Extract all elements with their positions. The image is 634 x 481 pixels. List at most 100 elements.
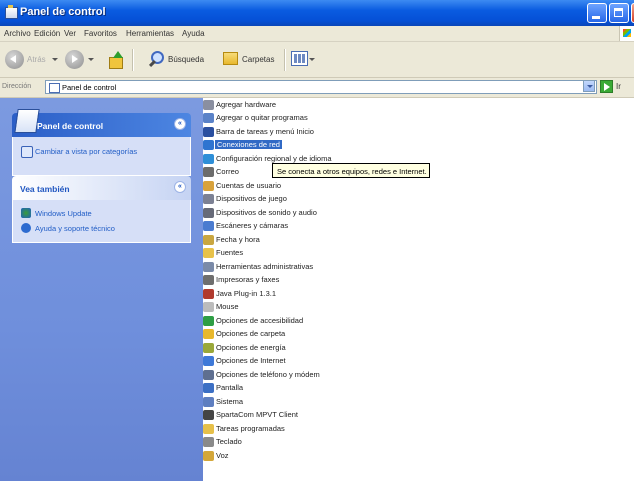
item-icon xyxy=(203,221,214,231)
see-also-panel-header[interactable]: Vea también « xyxy=(12,176,191,200)
menu-ayuda[interactable]: Ayuda xyxy=(182,29,205,38)
item-opciones-de-carpeta[interactable]: Opciones de carpeta xyxy=(203,328,503,341)
item-dispositivos-de-juego[interactable]: Dispositivos de juego xyxy=(203,193,503,206)
collapse-icon[interactable]: « xyxy=(174,181,186,193)
item-teclado[interactable]: Teclado xyxy=(203,436,503,449)
item-pantalla[interactable]: Pantalla xyxy=(203,382,503,395)
item-voz[interactable]: Voz xyxy=(203,450,503,463)
help-support-link[interactable]: Ayuda y soporte técnico xyxy=(35,224,115,233)
control-panel-panel-body: Cambiar a vista por categorías xyxy=(12,137,191,176)
forward-arrow-icon[interactable] xyxy=(65,50,84,69)
item-icon xyxy=(203,370,214,380)
collapse-icon[interactable]: « xyxy=(174,118,186,130)
item-icon xyxy=(203,451,214,461)
item-icon xyxy=(203,167,214,177)
menu-archivo[interactable]: Archivo xyxy=(4,29,31,38)
item-conexiones-de-red[interactable]: Conexiones de red xyxy=(203,139,503,152)
back-arrow-icon[interactable] xyxy=(5,50,24,69)
maximize-button[interactable] xyxy=(609,3,629,23)
item-escaneres-y-camaras[interactable]: Escáneres y cámaras xyxy=(203,220,503,233)
item-opciones-de-telefono[interactable]: Opciones de teléfono y módem xyxy=(203,369,503,382)
item-icon xyxy=(203,262,214,272)
item-agregar-hardware[interactable]: Agregar hardware xyxy=(203,99,503,112)
item-icon xyxy=(203,397,214,407)
item-mouse[interactable]: Mouse xyxy=(203,301,503,314)
control-panel-panel-header[interactable]: Panel de control « xyxy=(12,109,191,137)
item-barra-de-tareas[interactable]: Barra de tareas y menú Inicio xyxy=(203,126,503,139)
item-icon xyxy=(203,154,214,164)
item-impresoras-y-faxes[interactable]: Impresoras y faxes xyxy=(203,274,503,287)
control-panel-icon xyxy=(49,83,60,93)
window-title: Panel de control xyxy=(20,6,106,18)
item-icon xyxy=(203,100,214,110)
item-icon xyxy=(203,194,214,204)
item-icon xyxy=(203,356,214,366)
item-icon xyxy=(203,113,214,123)
title-bar[interactable]: Panel de control xyxy=(0,0,634,26)
item-icon xyxy=(203,208,214,218)
item-icon xyxy=(203,343,214,353)
see-also-panel: Vea también « Windows Update Ayuda y sop… xyxy=(12,176,191,243)
switch-view-icon xyxy=(21,146,33,158)
control-panel-window: Panel de control Archivo Edición Ver Fav… xyxy=(0,0,634,481)
search-button-label[interactable]: Búsqueda xyxy=(168,55,204,64)
see-also-panel-body: Windows Update Ayuda y soporte técnico xyxy=(12,200,191,243)
views-dropdown-icon[interactable] xyxy=(309,58,315,61)
item-opciones-de-accesibilidad[interactable]: Opciones de accesibilidad xyxy=(203,315,503,328)
item-herramientas-administrativas[interactable]: Herramientas administrativas xyxy=(203,261,503,274)
control-panel-items: Agregar hardware Agregar o quitar progra… xyxy=(203,98,634,481)
item-spartacom-client[interactable]: SpartaCom MPVT Client xyxy=(203,409,503,422)
toolbar-separator xyxy=(132,49,134,71)
menu-favoritos[interactable]: Favoritos xyxy=(84,29,117,38)
menu-edicion[interactable]: Edición xyxy=(34,29,60,38)
switch-category-view-link[interactable]: Cambiar a vista por categorías xyxy=(35,147,137,156)
control-panel-icon xyxy=(5,5,18,19)
folders-button-label[interactable]: Carpetas xyxy=(242,55,274,64)
go-arrow-icon[interactable] xyxy=(600,80,613,93)
item-dispositivos-de-sonido[interactable]: Dispositivos de sonido y audio xyxy=(203,207,503,220)
help-icon xyxy=(21,223,31,233)
toolbar: Atrás Búsqueda Carpetas xyxy=(0,42,634,78)
address-bar: Dirección Panel de control Ir xyxy=(0,78,634,98)
item-sistema[interactable]: Sistema xyxy=(203,396,503,409)
windows-update-link[interactable]: Windows Update xyxy=(35,209,92,218)
item-java-plugin[interactable]: Java Plug-in 1.3.1 xyxy=(203,288,503,301)
item-tareas-programadas[interactable]: Tareas programadas xyxy=(203,423,503,436)
item-icon xyxy=(203,235,214,245)
address-value: Panel de control xyxy=(62,83,117,92)
item-fecha-y-hora[interactable]: Fecha y hora xyxy=(203,234,503,247)
back-dropdown-icon[interactable] xyxy=(52,58,58,61)
item-icon xyxy=(203,181,214,191)
item-cuentas-de-usuario[interactable]: Cuentas de usuario xyxy=(203,180,503,193)
forward-dropdown-icon[interactable] xyxy=(88,58,94,61)
windows-update-icon xyxy=(21,208,31,218)
control-panel-panel: Panel de control « Cambiar a vista por c… xyxy=(12,109,191,176)
item-fuentes[interactable]: Fuentes xyxy=(203,247,503,260)
search-icon[interactable] xyxy=(148,51,164,67)
item-icon xyxy=(203,140,214,150)
item-icon xyxy=(203,329,214,339)
folders-icon[interactable] xyxy=(223,52,238,65)
item-opciones-de-internet[interactable]: Opciones de Internet xyxy=(203,355,503,368)
control-panel-icon xyxy=(14,109,40,133)
menu-bar: Archivo Edición Ver Favoritos Herramient… xyxy=(0,26,634,42)
views-icon[interactable] xyxy=(291,51,308,66)
panel-title: Vea también xyxy=(20,184,70,194)
toolbar-separator xyxy=(284,49,286,71)
item-opciones-de-energia[interactable]: Opciones de energía xyxy=(203,342,503,355)
tooltip-text: Se conecta a otros equipos, redes e Inte… xyxy=(277,167,427,176)
go-button-label[interactable]: Ir xyxy=(616,82,621,91)
menu-ver[interactable]: Ver xyxy=(64,29,76,38)
item-icon xyxy=(203,410,214,420)
back-button-label[interactable]: Atrás xyxy=(27,55,46,64)
task-pane: Panel de control « Cambiar a vista por c… xyxy=(0,98,203,481)
folder-up-icon[interactable] xyxy=(109,51,123,69)
item-icon xyxy=(203,127,214,137)
item-icon xyxy=(203,275,214,285)
panel-title: Panel de control xyxy=(37,121,104,131)
minimize-button[interactable] xyxy=(587,3,607,23)
menu-herramientas[interactable]: Herramientas xyxy=(126,29,174,38)
address-field[interactable]: Panel de control xyxy=(45,80,597,94)
item-agregar-quitar-programas[interactable]: Agregar o quitar programas xyxy=(203,112,503,125)
address-dropdown-icon[interactable] xyxy=(583,80,595,92)
